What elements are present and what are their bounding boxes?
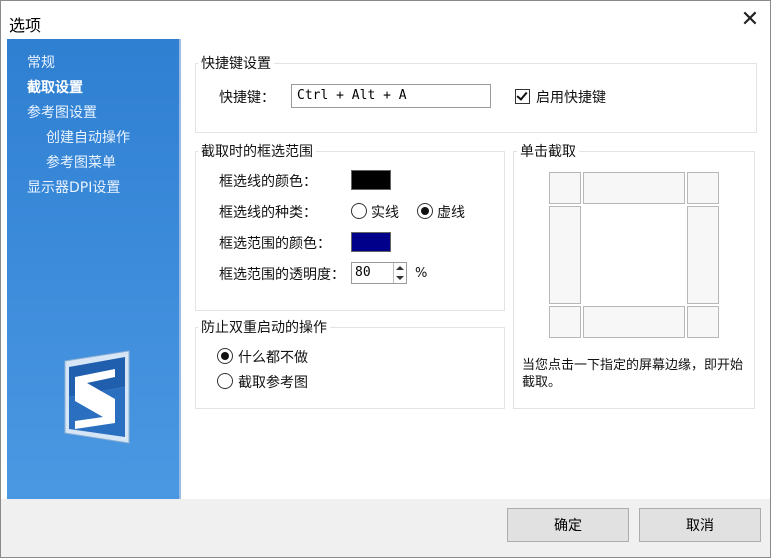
edge-bottom-left[interactable]	[549, 306, 581, 338]
double-start-group	[195, 327, 505, 409]
spin-down-icon[interactable]	[396, 276, 404, 280]
edge-top[interactable]	[583, 172, 685, 204]
sidebar-item-reference-menu[interactable]: 参考图菜单	[46, 152, 116, 172]
sidebar-item-reference-settings[interactable]: 参考图设置	[27, 102, 97, 122]
window-title: 选项	[9, 16, 42, 35]
enable-hotkey-label: 启用快捷键	[536, 90, 606, 106]
sidebar: 常规 截取设置 参考图设置 创建自动操作 参考图菜单 显示器DPI设置	[7, 39, 179, 499]
single-click-note: 当您点击一下指定的屏幕边缘，即开始截取。	[522, 358, 744, 390]
hotkey-group-title: 快捷键设置	[198, 53, 274, 73]
line-type-dashed-radio[interactable]	[417, 203, 433, 219]
edge-bottom[interactable]	[583, 306, 685, 338]
dialog-footer: 确定 取消	[1, 499, 770, 557]
do-nothing-label: 什么都不做	[238, 350, 308, 366]
capture-reference-label: 截取参考图	[238, 375, 308, 391]
opacity-label: 框选范围的透明度：	[219, 267, 345, 283]
line-type-solid-label: 实线	[371, 205, 399, 221]
line-color-swatch[interactable]	[351, 170, 391, 190]
hotkey-input[interactable]: Ctrl + Alt + A	[291, 84, 491, 108]
frame-group-title: 截取时的框选范围	[198, 141, 316, 161]
capture-reference-radio[interactable]	[217, 373, 233, 389]
sidebar-item-capture-settings[interactable]: 截取设置	[27, 77, 83, 97]
line-type-solid-radio[interactable]	[351, 203, 367, 219]
edge-left[interactable]	[549, 206, 581, 304]
content-panel: 快捷键设置 快捷键： Ctrl + Alt + A 启用快捷键 截取时的框选范围…	[181, 39, 770, 499]
area-color-label: 框选范围的颜色：	[219, 236, 331, 252]
sidebar-item-general[interactable]: 常规	[27, 52, 55, 72]
edge-top-right[interactable]	[687, 172, 719, 204]
close-icon[interactable]: ✕	[736, 7, 764, 33]
edge-bottom-right[interactable]	[687, 306, 719, 338]
spin-up-icon[interactable]	[396, 266, 404, 270]
opacity-unit: %	[415, 266, 428, 281]
sidebar-item-monitor-dpi[interactable]: 显示器DPI设置	[27, 177, 120, 197]
sidebar-item-create-auto-action[interactable]: 创建自动操作	[46, 127, 130, 147]
do-nothing-radio[interactable]	[217, 348, 233, 364]
edge-right[interactable]	[687, 206, 719, 304]
enable-hotkey-checkbox[interactable]	[515, 89, 530, 104]
edge-top-left[interactable]	[549, 172, 581, 204]
single-click-group-title: 单击截取	[517, 141, 579, 161]
opacity-spinner[interactable]: 80	[351, 262, 407, 284]
opacity-spin-buttons[interactable]	[393, 263, 406, 283]
app-logo-icon	[64, 350, 130, 444]
cancel-button[interactable]: 取消	[639, 508, 761, 542]
options-dialog: 选项 ✕ 常规 截取设置 参考图设置 创建自动操作 参考图菜单 显示器DPI设置…	[0, 0, 771, 558]
opacity-value: 80	[355, 265, 371, 280]
area-color-swatch[interactable]	[351, 232, 391, 252]
ok-button[interactable]: 确定	[507, 508, 629, 542]
hotkey-label: 快捷键：	[219, 90, 275, 106]
title-bar[interactable]: 选项 ✕	[1, 1, 770, 39]
line-type-label: 框选线的种类：	[219, 205, 317, 221]
line-color-label: 框选线的颜色：	[219, 174, 317, 190]
double-start-group-title: 防止双重启动的操作	[198, 317, 330, 337]
line-type-dashed-label: 虚线	[437, 205, 465, 221]
